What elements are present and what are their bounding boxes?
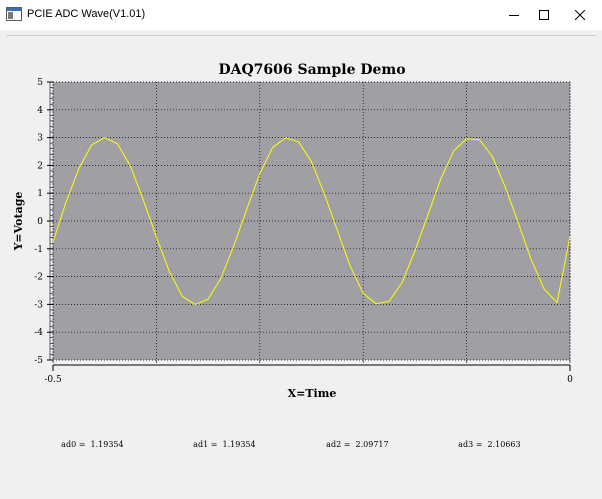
y-tick-label: 3	[37, 134, 43, 144]
app-window-icon	[6, 7, 22, 21]
x-tick-label: 0	[567, 375, 573, 385]
readout-value: 1.19354	[90, 440, 124, 449]
window-title: PCIE ADC Wave(V1.01)	[27, 8, 146, 20]
y-tick-label: 5	[37, 78, 43, 88]
readout-ad3: ad3 = 2.10663	[448, 431, 521, 458]
readout-label: ad0 =	[61, 440, 86, 449]
readout-label: ad1 =	[193, 440, 218, 449]
y-tick-label: -2	[34, 273, 43, 283]
readout-value: 1.19354	[222, 440, 256, 449]
x-axis-label: X=Time	[288, 387, 337, 400]
readout-label: ad3 =	[458, 440, 483, 449]
readout-value: 2.09717	[355, 440, 389, 449]
y-tick-label: -4	[34, 328, 43, 338]
y-tick-label: -1	[34, 245, 43, 255]
close-icon	[575, 10, 585, 20]
y-tick-label: 2	[37, 161, 43, 171]
content-top-border	[6, 35, 596, 36]
close-button[interactable]	[558, 0, 602, 30]
readout-value: 2.10663	[487, 440, 521, 449]
y-tick-label: 4	[37, 106, 43, 116]
chart-title: DAQ7606 Sample Demo	[218, 62, 405, 78]
y-tick-label: -5	[34, 356, 43, 366]
y-axis-label: Y=Votage	[12, 192, 25, 252]
y-tick-label: 1	[37, 189, 43, 199]
window-titlebar: PCIE ADC Wave(V1.01)	[0, 0, 602, 30]
y-tick-label: 0	[37, 217, 43, 227]
readout-label: ad2 =	[326, 440, 351, 449]
maximize-icon	[539, 10, 549, 20]
waveform-chart: DAQ7606 Sample Demo Y=Votage X=Time -5 -4…	[12, 62, 573, 400]
readout-ad2: ad2 = 2.09717	[316, 431, 389, 458]
channel-readouts: ad0 = 1.19354 ad1 = 1.19354 ad2 = 2.0971…	[0, 431, 602, 449]
minimize-icon	[509, 15, 519, 16]
y-tick-label: -3	[34, 300, 43, 310]
x-tick-label: -0.5	[44, 375, 62, 385]
readout-ad0: ad0 = 1.19354	[51, 431, 124, 458]
readout-ad1: ad1 = 1.19354	[183, 431, 256, 458]
